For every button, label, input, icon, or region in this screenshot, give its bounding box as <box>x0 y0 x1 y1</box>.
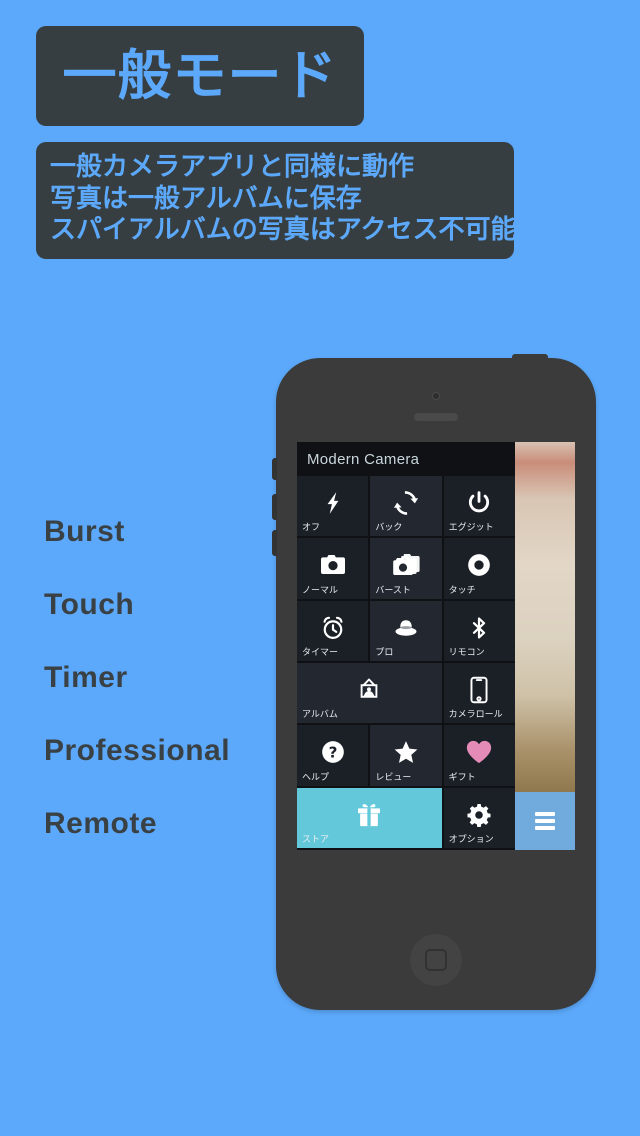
tile-label: アルバム <box>302 710 338 721</box>
tile-touch[interactable]: タッチ <box>443 538 515 599</box>
tile-album[interactable]: アルバム <box>297 662 442 724</box>
tile-label: タッチ <box>448 585 476 596</box>
star-icon <box>392 739 420 765</box>
phone-mockup: Modern Camera オフ バック エグジット ノーマル バースト タッチ… <box>272 354 596 1010</box>
tile-label: プロ <box>375 647 394 658</box>
gift-icon <box>355 801 383 829</box>
app-title: Modern Camera <box>307 451 420 468</box>
description-box: 一般カメラアプリと同様に動作 写真は一般アルバムに保存 スパイアルバムの写真はア… <box>36 142 517 260</box>
camera-flip-icon <box>393 490 419 516</box>
feature-label-list: Burst Touch Timer Professional Remote <box>44 512 274 877</box>
tile-normal[interactable]: ノーマル <box>297 538 369 599</box>
tile-label: ヘルプ <box>302 772 330 783</box>
description-line-2: 写真は一般アルバムに保存 <box>50 183 362 214</box>
tile-label: タイマー <box>302 647 339 658</box>
alarm-clock-icon <box>320 615 346 641</box>
power-icon <box>466 490 492 516</box>
phone-icon <box>469 676 489 704</box>
tile-label: エグジット <box>448 523 494 534</box>
tile-camera-roll[interactable]: カメラロール <box>443 662 515 724</box>
tile-label: リモコン <box>448 647 485 658</box>
burst-icon <box>391 552 421 578</box>
volume-down-button[interactable] <box>272 530 277 556</box>
camera-app-root: Modern Camera オフ バック エグジット ノーマル バースト タッチ… <box>297 442 575 850</box>
camera-icon <box>319 552 347 578</box>
tile-label: オプション <box>448 834 494 845</box>
tile-help[interactable]: ? ヘルプ <box>297 725 369 786</box>
phone-top-nub <box>512 354 548 362</box>
tile-gift-heart[interactable]: ギフト <box>443 725 515 786</box>
home-button[interactable] <box>410 934 462 986</box>
tile-options[interactable]: オプション <box>443 787 515 848</box>
tile-burst[interactable]: バースト <box>370 538 442 599</box>
tile-label: オフ <box>302 523 321 534</box>
heart-icon <box>465 739 493 765</box>
feature-label-remote: Remote <box>44 807 158 840</box>
tile-label: ノーマル <box>302 585 339 596</box>
tile-label: バック <box>375 523 403 534</box>
svg-text:?: ? <box>328 744 337 762</box>
feature-label-touch: Touch <box>44 588 135 621</box>
app-menu-panel: Modern Camera オフ バック エグジット ノーマル バースト タッチ… <box>297 442 515 850</box>
question-icon: ? <box>320 739 346 765</box>
hat-icon <box>391 616 421 640</box>
app-tile-grid: オフ バック エグジット ノーマル バースト タッチ タイマー プロ リモコン … <box>297 476 515 850</box>
touch-ring-icon <box>466 552 492 578</box>
mode-title-banner: 一般モード <box>36 26 364 126</box>
bluetooth-icon <box>467 615 491 641</box>
earpiece-speaker <box>414 413 458 421</box>
phone-screen: Modern Camera オフ バック エグジット ノーマル バースト タッチ… <box>297 442 575 850</box>
menu-hamburger-button[interactable] <box>515 792 575 850</box>
picture-frame-icon <box>354 677 384 703</box>
tile-professional[interactable]: プロ <box>370 600 442 661</box>
tile-review[interactable]: レビュー <box>370 725 442 786</box>
tile-exit[interactable]: エグジット <box>443 476 515 537</box>
tile-remote[interactable]: リモコン <box>443 600 515 661</box>
feature-label-professional: Professional <box>44 734 231 767</box>
gear-icon <box>466 802 492 828</box>
tile-label: ストア <box>302 834 330 845</box>
description-line-1: 一般カメラアプリと同様に動作 <box>50 152 415 182</box>
hamburger-icon <box>535 812 555 830</box>
front-camera-icon <box>432 392 440 400</box>
tile-camera-back[interactable]: バック <box>370 476 442 537</box>
mute-switch-button[interactable] <box>272 458 277 480</box>
tile-store[interactable]: ストア <box>297 787 442 848</box>
tile-label: ギフト <box>448 772 476 783</box>
tile-timer[interactable]: タイマー <box>297 600 369 661</box>
tile-label: カメラロール <box>448 710 503 721</box>
description-line-3: スパイアルバムの写真はアクセス不可能 <box>50 215 517 246</box>
tile-label: レビュー <box>375 772 412 783</box>
home-button-square-icon <box>425 949 447 971</box>
feature-label-burst: Burst <box>44 515 125 548</box>
tile-flash-off[interactable]: オフ <box>297 476 369 537</box>
tile-label: バースト <box>375 585 411 596</box>
feature-label-timer: Timer <box>44 661 128 694</box>
page-title: 一般モード <box>62 44 338 107</box>
camera-preview-strip <box>515 442 575 850</box>
volume-up-button[interactable] <box>272 494 277 520</box>
flash-icon <box>320 490 346 516</box>
